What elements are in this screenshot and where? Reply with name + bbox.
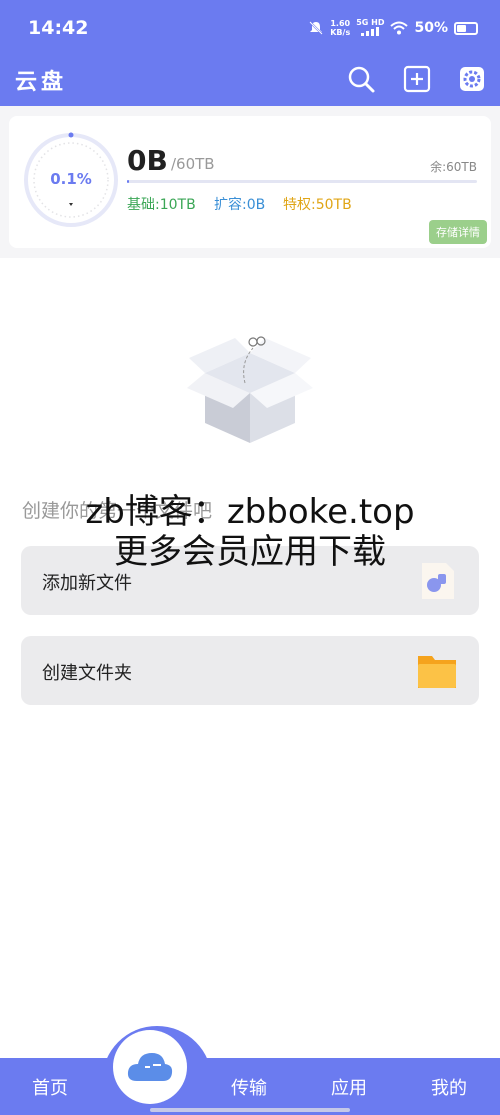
add-file-label: 添加新文件	[42, 573, 132, 594]
battery-percent: 50%	[414, 20, 448, 36]
watermark: zb博客：zbboke.top 更多会员应用下载	[85, 492, 415, 572]
folder-icon	[418, 656, 456, 688]
quota-privilege: 特权:50TB	[283, 197, 352, 213]
bottom-nav: 首页 传输 应用 我的	[0, 1058, 500, 1115]
storage-detail-button[interactable]: 存储详情	[429, 220, 487, 244]
signal-icon: 5G HD	[356, 18, 384, 38]
storage-total: /60TB	[171, 155, 215, 173]
create-folder-button[interactable]: 创建文件夹	[21, 636, 479, 705]
add-icon[interactable]	[402, 64, 432, 94]
create-folder-label: 创建文件夹	[42, 663, 132, 684]
status-indicators: 1.60 KB/s 5G HD 50%	[308, 18, 478, 38]
quota-expand: 扩容:0B	[214, 197, 266, 213]
wifi-icon	[390, 21, 409, 35]
nav-transfer[interactable]: 传输	[231, 1074, 267, 1100]
quota-base: 基础:10TB	[127, 197, 196, 213]
empty-box-icon	[187, 336, 313, 443]
settings-icon[interactable]	[457, 64, 487, 94]
home-indicator	[150, 1108, 350, 1112]
net-speed: 1.60 KB/s	[330, 19, 351, 37]
storage-remaining: 余:60TB	[430, 160, 477, 174]
storage-gauge: 0.1%	[21, 130, 121, 230]
nav-home[interactable]: 首页	[32, 1074, 68, 1100]
storage-percent: 0.1%	[50, 170, 92, 188]
cloud-icon	[127, 1053, 173, 1081]
status-bar: 14:42 1.60 KB/s 5G HD 50%	[0, 0, 500, 58]
storage-card: 0.1% 0B /60TB 余:60TB 基础:10TB 扩容:0B 特权:50…	[9, 116, 491, 248]
app-title: 云盘	[15, 70, 68, 95]
storage-progress-bar	[127, 180, 477, 183]
nav-apps[interactable]: 应用	[331, 1074, 367, 1100]
app-bar: 云盘	[0, 58, 500, 106]
nav-mine[interactable]: 我的	[431, 1074, 467, 1100]
mute-icon	[309, 21, 323, 35]
storage-used: 0B	[127, 144, 168, 177]
nav-cloud-button[interactable]	[113, 1030, 187, 1104]
battery-icon	[454, 21, 478, 35]
status-time: 14:42	[28, 17, 89, 39]
search-icon[interactable]	[346, 64, 376, 94]
